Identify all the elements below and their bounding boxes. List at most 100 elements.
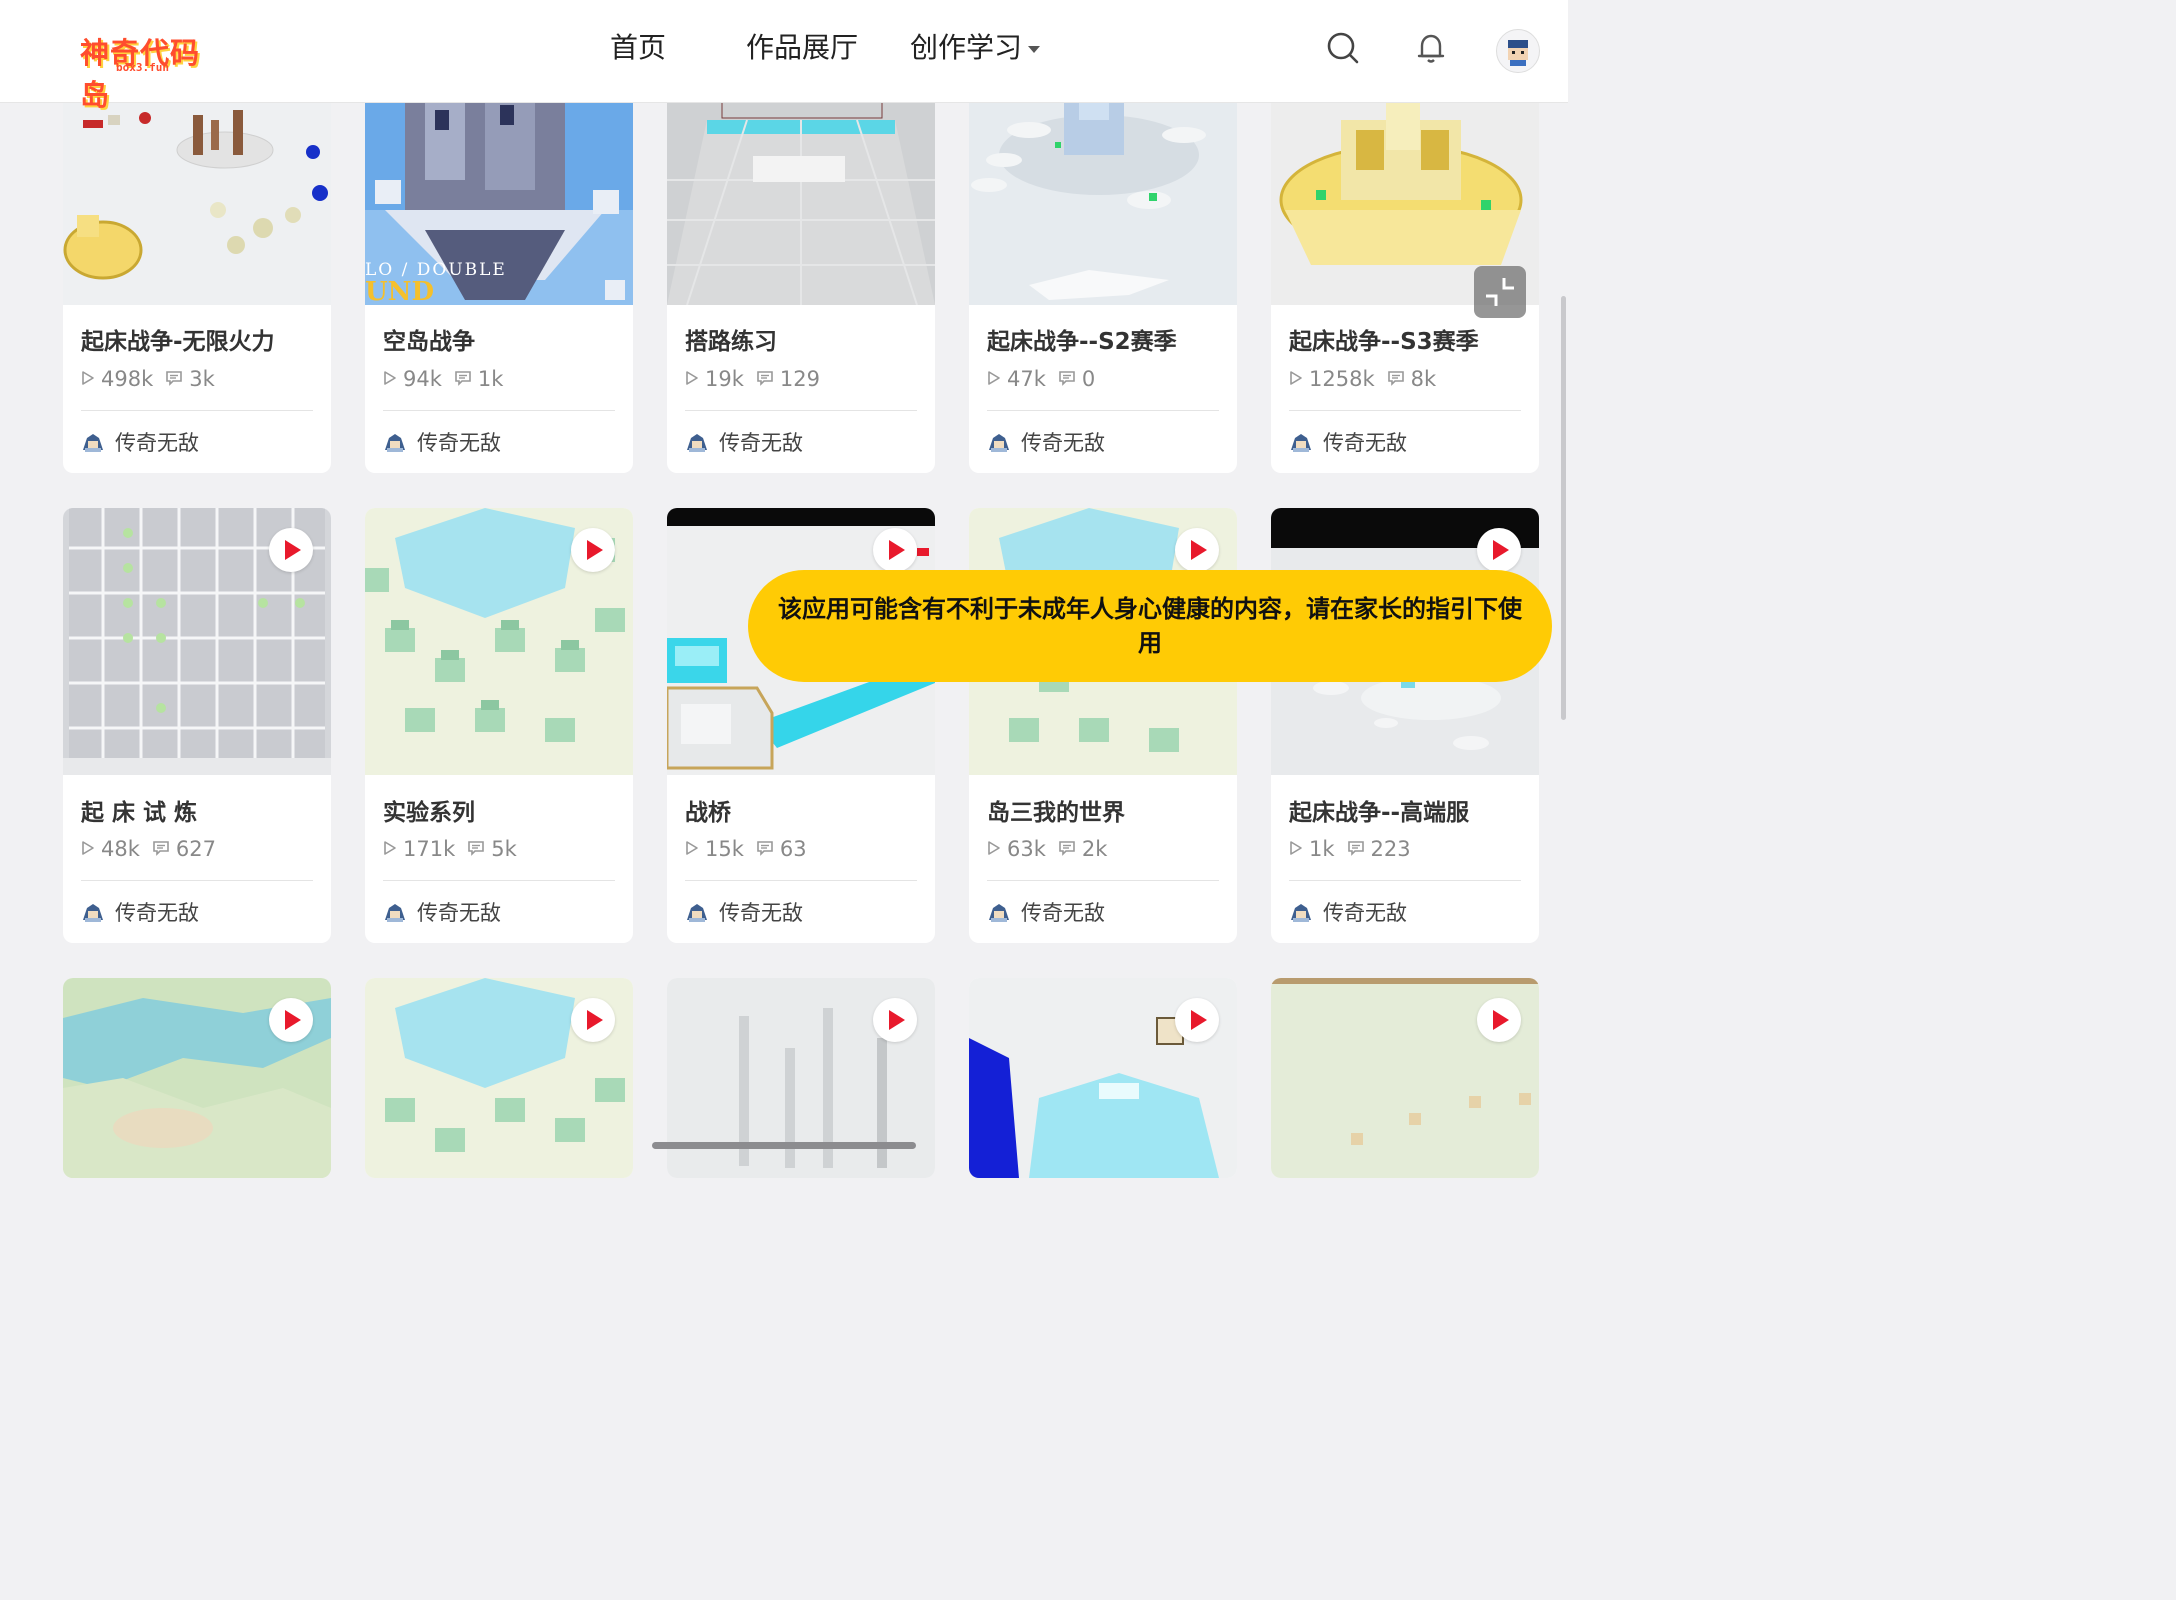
card-stats: 15k 63	[685, 836, 807, 861]
play-icon[interactable]	[269, 528, 313, 572]
comment-count: 627	[175, 837, 216, 861]
play-count-icon	[987, 367, 1001, 391]
play-count-icon	[81, 837, 95, 861]
card-title: 起床战争--S2赛季	[987, 329, 1177, 355]
card-stats: 171k 5k	[383, 836, 517, 861]
comment-count: 8k	[1410, 367, 1437, 391]
play-icon[interactable]	[873, 998, 917, 1042]
work-card[interactable]	[1271, 978, 1539, 1178]
card-author[interactable]: 传奇无敌	[383, 427, 501, 457]
card-title: 搭路练习	[685, 329, 777, 355]
comment-icon	[152, 837, 170, 861]
card-author[interactable]: 传奇无敌	[81, 897, 199, 927]
play-icon[interactable]	[1477, 528, 1521, 572]
card-divider	[81, 880, 313, 881]
play-count-icon	[383, 367, 397, 391]
nav-learn[interactable]: 创作学习	[910, 26, 1041, 66]
card-author[interactable]: 传奇无敌	[987, 427, 1105, 457]
comment-icon	[1347, 837, 1365, 861]
card-author[interactable]: 传奇无敌	[81, 427, 199, 457]
comment-count: 3k	[189, 367, 215, 391]
work-card[interactable]: 实验系列 171k 5k 传奇无敌	[365, 508, 633, 943]
card-author[interactable]: 传奇无敌	[1289, 427, 1407, 457]
comment-count: 5k	[491, 837, 517, 861]
comment-count: 1k	[477, 367, 504, 391]
card-divider	[987, 880, 1219, 881]
comment-icon	[756, 837, 774, 861]
bell-icon[interactable]	[1413, 30, 1449, 66]
card-author[interactable]: 传奇无敌	[685, 427, 803, 457]
card-title: 起 床 试 炼	[81, 800, 198, 826]
author-avatar	[1289, 900, 1313, 924]
play-icon[interactable]	[1477, 998, 1521, 1042]
card-stats: 48k 627	[81, 836, 216, 861]
nav-home[interactable]: 首页	[610, 26, 666, 66]
exit-fullscreen-icon[interactable]	[1474, 266, 1526, 318]
card-author[interactable]: 传奇无敌	[1289, 897, 1407, 927]
author-name: 传奇无敌	[115, 431, 199, 455]
card-title: 实验系列	[383, 800, 475, 826]
card-thumbnail	[365, 508, 633, 775]
author-avatar	[81, 430, 105, 454]
home-indicator[interactable]	[652, 1142, 916, 1149]
work-card[interactable]	[63, 978, 331, 1178]
card-title: 空岛战争	[383, 329, 475, 355]
author-avatar	[81, 900, 105, 924]
card-divider	[987, 410, 1219, 411]
author-avatar	[1289, 430, 1313, 454]
play-icon[interactable]	[571, 998, 615, 1042]
card-author[interactable]: 传奇无敌	[685, 897, 803, 927]
comment-icon	[756, 367, 774, 391]
author-avatar	[383, 430, 407, 454]
search-icon[interactable]	[1325, 30, 1361, 66]
view-count: 63k	[1007, 837, 1046, 861]
view-count: 171k	[403, 837, 456, 861]
view-count: 498k	[101, 367, 154, 391]
work-card[interactable]: 搭路练习 19k 129 传奇无敌	[667, 60, 935, 473]
card-stats: 498k 3k	[81, 366, 215, 391]
author-avatar	[685, 900, 709, 924]
card-thumbnail	[969, 978, 1237, 1178]
work-card[interactable]: LO / DOUBLE UND 空岛战争 94k 1k 传奇无敌	[365, 60, 633, 473]
work-card[interactable]: 起 床 试 炼 48k 627 传奇无敌	[63, 508, 331, 943]
play-count-icon	[987, 837, 1001, 861]
nav-gallery[interactable]: 作品展厅	[746, 26, 858, 66]
page-scrollbar[interactable]	[1561, 296, 1566, 720]
card-divider	[685, 410, 917, 411]
play-icon[interactable]	[571, 528, 615, 572]
view-count: 19k	[705, 367, 744, 391]
author-avatar	[987, 430, 1011, 454]
card-author[interactable]: 传奇无敌	[987, 897, 1105, 927]
play-count-icon	[383, 837, 397, 861]
play-count-icon	[81, 367, 95, 391]
card-divider	[383, 410, 615, 411]
comment-icon	[467, 837, 485, 861]
author-name: 传奇无敌	[719, 431, 803, 455]
work-card[interactable]: 起床战争--S2赛季 47k 0 传奇无敌	[969, 60, 1237, 473]
card-divider	[685, 880, 917, 881]
card-divider	[383, 880, 615, 881]
comment-count: 223	[1370, 837, 1411, 861]
play-icon[interactable]	[873, 528, 917, 572]
card-divider	[81, 410, 313, 411]
card-title: 战桥	[685, 800, 731, 826]
author-avatar	[383, 900, 407, 924]
comment-icon	[1058, 367, 1076, 391]
play-icon[interactable]	[1175, 998, 1219, 1042]
card-thumbnail	[1271, 978, 1539, 1178]
work-card[interactable]	[365, 978, 633, 1178]
play-icon[interactable]	[269, 998, 313, 1042]
card-author[interactable]: 传奇无敌	[383, 897, 501, 927]
user-avatar[interactable]	[1496, 29, 1540, 73]
card-stats: 94k 1k	[383, 366, 503, 391]
safety-warning-toast: 该应用可能含有不利于未成年人身心健康的内容，请在家长的指引下使用	[748, 570, 1552, 682]
card-stats: 47k 0	[987, 366, 1095, 391]
author-name: 传奇无敌	[417, 431, 501, 455]
comment-count: 63	[779, 837, 807, 861]
view-count: 1258k	[1309, 367, 1375, 391]
work-card[interactable]: 起床战争-无限火力 498k 3k 传奇无敌	[63, 60, 331, 473]
site-logo[interactable]: 神奇代码岛 box3.fun	[80, 30, 220, 112]
author-name: 传奇无敌	[1021, 431, 1105, 455]
work-card[interactable]	[969, 978, 1237, 1178]
play-icon[interactable]	[1175, 528, 1219, 572]
